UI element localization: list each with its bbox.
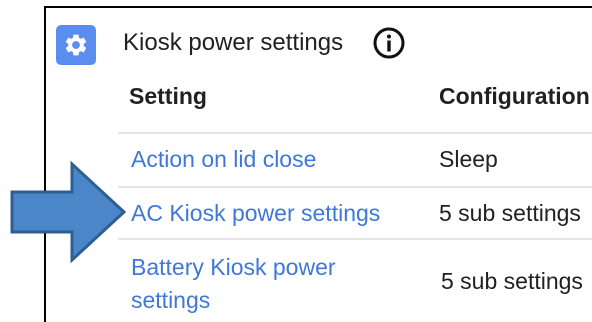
setting-link-ac-kiosk-power-settings[interactable]: AC Kiosk power settings <box>131 198 380 229</box>
table-divider <box>118 186 592 188</box>
screenshot-stage: Kiosk power settings Setting Configurati… <box>0 0 592 322</box>
gear-icon <box>65 34 87 56</box>
settings-category-tile <box>56 25 96 65</box>
section-title: Kiosk power settings <box>123 29 344 56</box>
configuration-value: 5 sub settings <box>441 268 583 294</box>
table-divider <box>118 238 592 240</box>
table-divider <box>118 132 592 134</box>
setting-link-action-on-lid-close[interactable]: Action on lid close <box>131 144 316 175</box>
column-header-configuration: Configuration <box>439 83 590 109</box>
arrow-right-icon <box>10 160 127 264</box>
setting-link-battery-kiosk-power-settings[interactable]: Battery Kiosk power settings <box>131 251 381 317</box>
column-header-setting: Setting <box>129 83 207 109</box>
info-icon[interactable] <box>372 26 406 60</box>
configuration-value: Sleep <box>439 146 498 172</box>
configuration-value: 5 sub settings <box>439 200 581 226</box>
